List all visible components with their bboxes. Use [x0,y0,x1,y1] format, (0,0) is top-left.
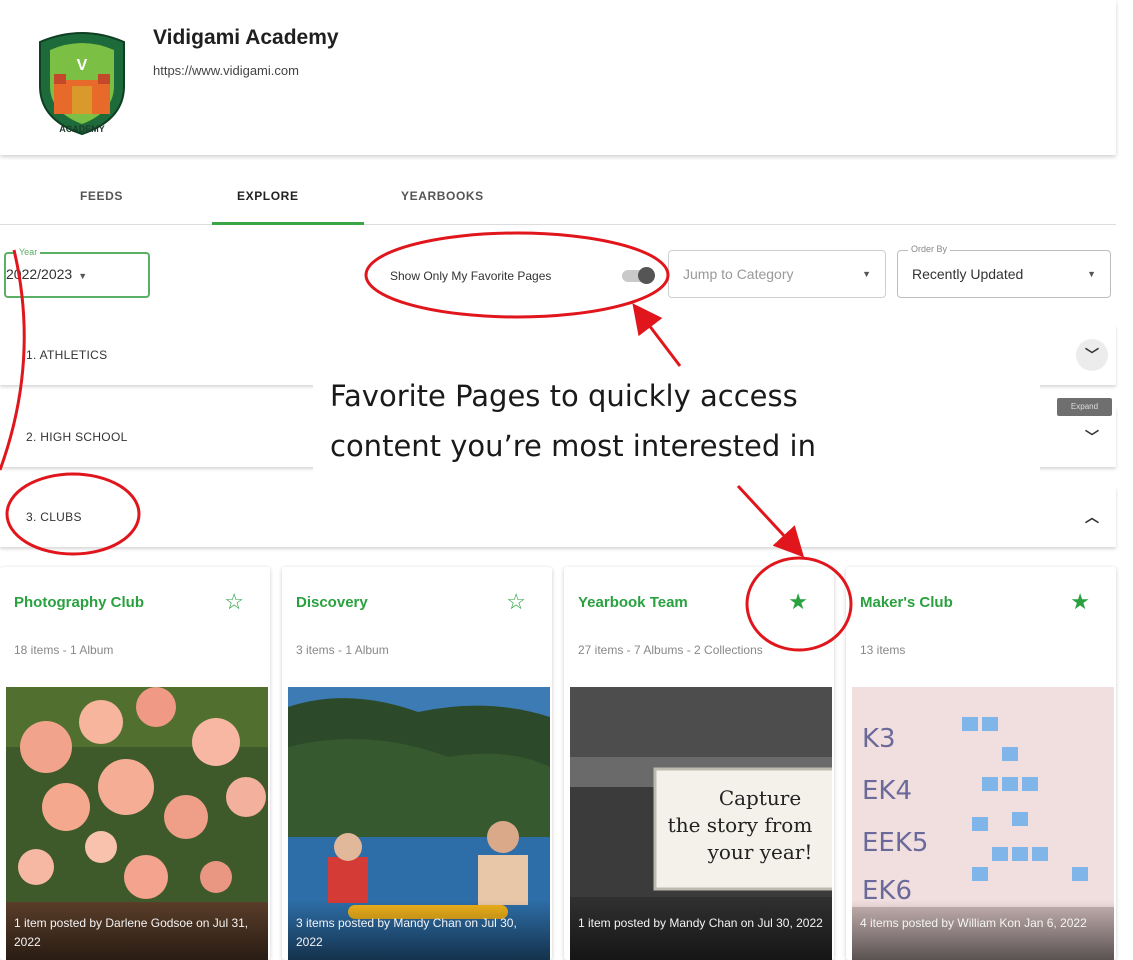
category-label: 2. HIGH SCHOOL [26,430,128,444]
card-title[interactable]: Discovery [296,594,368,611]
chevron-down-icon[interactable]: ﹀ [1076,421,1108,453]
chevron-down-icon[interactable]: ﹀ [1076,339,1108,371]
card-meta: 18 items - 1 Album [14,643,114,657]
star-filled-icon[interactable]: ★ [788,589,808,615]
svg-text:EEK5: EEK5 [862,828,928,858]
category-label: 1. ATHLETICS [26,348,108,362]
card-meta: 3 items - 1 Album [296,643,389,657]
star-outline-icon[interactable]: ☆ [506,589,526,615]
year-value: 2022/2023 [6,266,73,282]
toggle-switch[interactable] [622,267,655,284]
favorite-pages-toggle[interactable]: Show Only My Favorite Pages [380,260,665,290]
toggle-knob [638,267,655,284]
caret-down-icon: ▼ [862,269,871,279]
card-caption: 1 item posted by Darlene Godsoe on Jul 3… [6,900,268,960]
order-legend: Order By [908,244,951,254]
club-card-discovery[interactable]: Discovery ☆ 3 items - 1 Album 3 items po… [282,567,552,960]
category-label: 3. CLUBS [26,510,82,524]
card-title[interactable]: Maker's Club [860,594,953,611]
category-clubs[interactable]: 3. CLUBS ︿ [0,487,1116,547]
card-title[interactable]: Photography Club [14,594,144,611]
card-meta: 27 items - 7 Albums - 2 Collections [578,643,763,657]
svg-text:Capture: Capture [719,786,801,810]
card-caption: 3 items posted by Mandy Chan on Jul 30, … [288,900,550,960]
tab-explore[interactable]: EXPLORE [237,189,299,203]
academy-logo: V ACADEMY [39,32,125,136]
chevron-up-icon[interactable]: ︿ [1076,501,1108,533]
card-cover-image[interactable]: K3 EK4 EEK5 EK6 4 items posted by Willia… [852,687,1114,960]
order-by-select[interactable]: Order By Recently Updated ▼ [897,244,1111,298]
expand-tooltip: Expand [1057,398,1112,416]
favorite-toggle-label: Show Only My Favorite Pages [390,269,552,283]
club-card-photography[interactable]: Photography Club ☆ 18 items - 1 Album 1 … [0,567,270,960]
tab-bar: FEEDS EXPLORE YEARBOOKS [0,167,1116,225]
star-outline-icon[interactable]: ☆ [224,589,244,615]
svg-text:EK4: EK4 [862,776,912,806]
annotation-line-1: Favorite Pages to quickly access [330,379,798,413]
card-cover-image[interactable]: 3 items posted by Mandy Chan on Jul 30, … [288,687,550,960]
year-select[interactable]: Year 2022/2023 ▼ [4,247,150,298]
caret-down-icon: ▼ [1087,269,1096,279]
card-title[interactable]: Yearbook Team [578,594,688,611]
tab-yearbooks[interactable]: YEARBOOKS [401,189,484,203]
category-placeholder: Jump to Category [683,266,794,282]
card-caption: 1 item posted by Mandy Chan on Jul 30, 2… [570,900,832,960]
school-url[interactable]: https://www.vidigami.com [153,63,299,78]
star-filled-icon[interactable]: ★ [1070,589,1090,615]
svg-text:V: V [77,57,88,74]
year-legend: Year [16,247,41,257]
svg-text:ACADEMY: ACADEMY [59,124,105,134]
school-header: V ACADEMY Vidigami Academy https://www.v… [0,0,1116,155]
card-caption: 4 items posted by William Kon Jan 6, 202… [852,900,1114,960]
club-card-makers[interactable]: Maker's Club ★ 13 items K3 EK4 EEK5 EK6 … [846,567,1116,960]
order-value: Recently Updated [912,266,1024,282]
svg-text:K3: K3 [862,724,896,754]
tab-feeds[interactable]: FEEDS [80,189,123,203]
jump-to-category-select[interactable]: Jump to Category ▼ [668,250,886,298]
annotation-callout: Favorite Pages to quickly access content… [313,363,1040,485]
active-tab-indicator [212,222,364,225]
card-meta: 13 items [860,643,906,657]
card-cover-image[interactable]: 1 item posted by Darlene Godsoe on Jul 3… [6,687,268,960]
svg-text:the story from: the story from [668,813,813,837]
svg-text:your year!: your year! [707,840,813,864]
caret-down-icon: ▼ [78,271,88,281]
card-cover-image[interactable]: Capture the story from your year! 1 item… [570,687,832,960]
annotation-line-2: content you’re most interested in [330,429,816,463]
club-card-yearbook-team[interactable]: Yearbook Team ★ 27 items - 7 Albums - 2 … [564,567,834,960]
school-name: Vidigami Academy [153,26,339,49]
